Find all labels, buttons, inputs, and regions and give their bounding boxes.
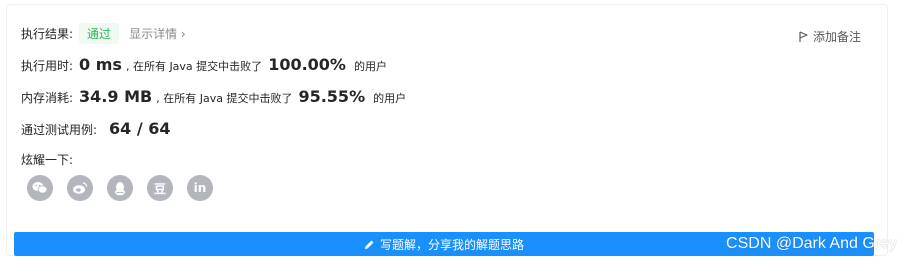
share-label: 炫耀一下: <box>21 153 74 167</box>
submission-result-card: 执行结果: 通过 显示详情 › 添加备注 执行用时: 0 ms , 在所有 Ja… <box>6 4 888 256</box>
linkedin-icon: in <box>193 181 207 195</box>
memory-percent: 95.55% <box>298 87 366 106</box>
douban-icon: 豆 <box>153 181 166 196</box>
wechat-icon <box>32 182 48 194</box>
result-label: 执行结果: <box>21 27 74 41</box>
flag-icon <box>799 30 808 42</box>
runtime-value: 0 ms <box>79 55 122 74</box>
share-linkedin-button[interactable]: in <box>187 175 213 201</box>
memory-label: 内存消耗: <box>21 91 74 105</box>
memory-value: 34.9 MB <box>79 87 153 106</box>
testcases-row: 通过测试用例: 64 / 64 <box>21 119 171 138</box>
memory-users-text: 的用户 <box>373 92 407 105</box>
weibo-icon <box>73 182 88 194</box>
testcases-label: 通过测试用例: <box>21 123 98 137</box>
share-qq-button[interactable] <box>107 175 133 201</box>
testcases-value: 64 / 64 <box>109 119 171 138</box>
add-note-button[interactable]: 添加备注 <box>799 28 861 45</box>
share-buttons: 豆 in <box>27 175 213 201</box>
runtime-beat-text: , 在所有 Java 提交中击败了 <box>125 60 263 73</box>
memory-beat-text: , 在所有 Java 提交中击败了 <box>156 92 293 105</box>
csdn-watermark: CSDN @Dark And Grey <box>726 235 897 252</box>
runtime-row: 执行用时: 0 ms , 在所有 Java 提交中击败了 100.00% 的用户 <box>21 55 387 74</box>
memory-row: 内存消耗: 34.9 MB , 在所有 Java 提交中击败了 95.55% 的… <box>21 87 406 106</box>
share-douban-button[interactable]: 豆 <box>147 175 173 201</box>
share-row-label: 炫耀一下: <box>21 151 73 168</box>
write-solution-label: 写题解，分享我的解题思路 <box>379 237 524 252</box>
share-wechat-button[interactable] <box>27 175 53 201</box>
pencil-icon <box>364 240 374 249</box>
add-note-label: 添加备注 <box>812 30 861 44</box>
runtime-label: 执行用时: <box>21 59 74 73</box>
status-badge: 通过 <box>79 23 120 44</box>
share-weibo-button[interactable] <box>67 175 93 201</box>
qq-icon <box>114 181 126 195</box>
show-details-link[interactable]: 显示详情 › <box>129 25 186 42</box>
result-row: 执行结果: 通过 显示详情 › <box>21 23 186 44</box>
runtime-percent: 100.00% <box>268 55 346 74</box>
runtime-users-text: 的用户 <box>353 60 387 73</box>
